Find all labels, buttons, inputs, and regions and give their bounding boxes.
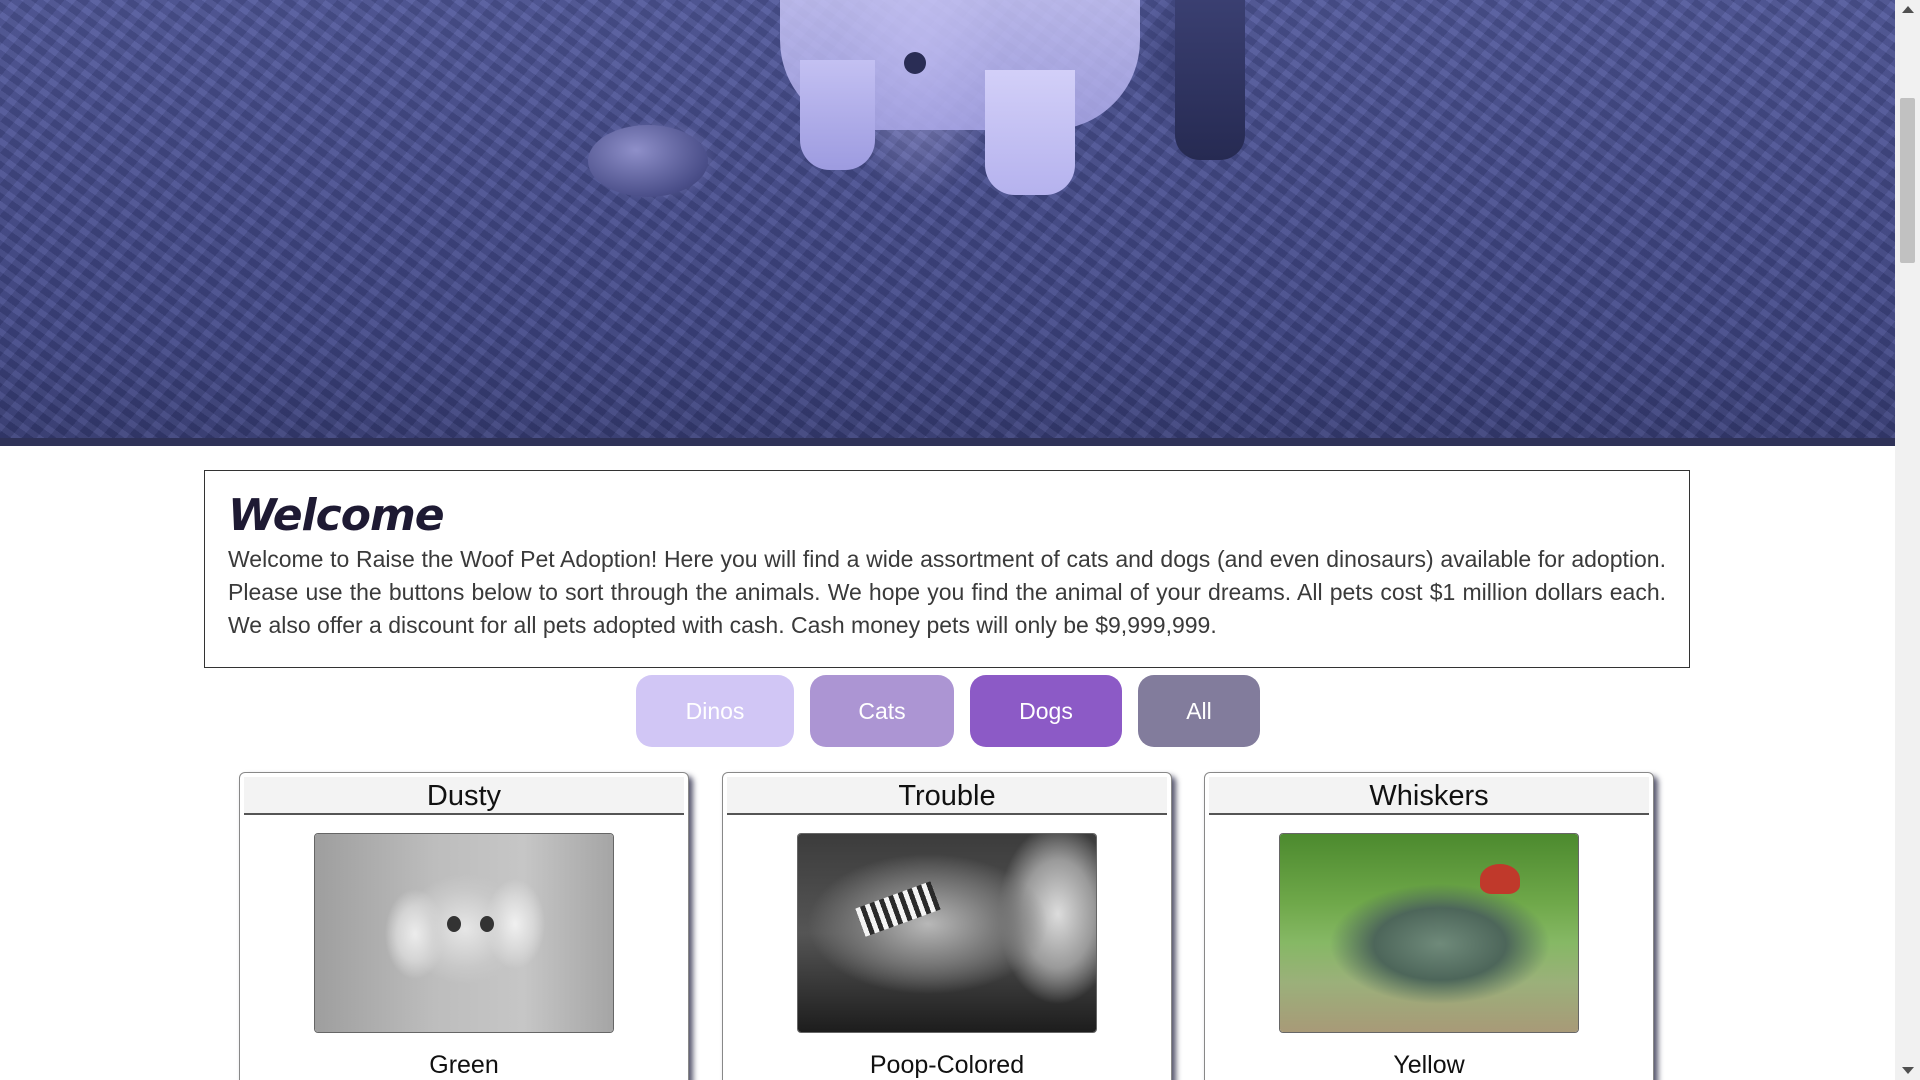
pet-name: Whiskers: [1209, 777, 1649, 815]
page: Welcome Welcome to Raise the Woof Pet Ad…: [0, 0, 1920, 1080]
scroll-up-arrow-icon[interactable]: [1902, 6, 1914, 13]
dog-leg: [1175, 0, 1245, 160]
pet-color: Green: [429, 1051, 499, 1079]
cat-eye: [447, 916, 461, 932]
ball: [588, 125, 708, 197]
all-filter-button[interactable]: All: [1138, 675, 1260, 747]
vertical-scrollbar[interactable]: [1895, 0, 1920, 1080]
welcome-box: Welcome Welcome to Raise the Woof Pet Ad…: [204, 470, 1690, 668]
pet-name: Trouble: [727, 777, 1167, 815]
dogs-filter-button[interactable]: Dogs: [970, 675, 1122, 747]
dog-leg: [985, 70, 1075, 195]
scroll-down-arrow-icon[interactable]: [1902, 1067, 1914, 1074]
dinosaur-teeth: [855, 881, 941, 937]
welcome-text: Welcome to Raise the Woof Pet Adoption! …: [228, 546, 1666, 638]
dog-leg: [800, 60, 875, 170]
pet-card[interactable]: Trouble Poop-Colored: [722, 772, 1172, 1080]
pet-photo: [797, 833, 1097, 1033]
scrollbar-thumb[interactable]: [1900, 98, 1915, 263]
cats-filter-button[interactable]: Cats: [810, 675, 954, 747]
pet-name: Dusty: [244, 777, 684, 815]
dinosaur-photo: [1280, 834, 1578, 1032]
pet-photo: [1279, 833, 1579, 1033]
pet-card[interactable]: Whiskers Yellow: [1204, 772, 1654, 1080]
cat-eye: [480, 916, 494, 932]
dinosaur-mouth: [1480, 864, 1520, 894]
pet-color: Yellow: [1393, 1051, 1465, 1079]
dinos-filter-button[interactable]: Dinos: [636, 675, 794, 747]
filter-buttons: Dinos Cats Dogs All: [636, 675, 1260, 747]
pet-color: Poop-Colored: [869, 1051, 1025, 1079]
dinosaur-photo: [798, 834, 1096, 1032]
hero-bottom-edge: [0, 438, 1895, 446]
pet-card[interactable]: Dusty Green: [239, 772, 689, 1080]
cat-photo: [315, 834, 613, 1032]
pet-photo: [314, 833, 614, 1033]
welcome-heading: Welcome: [228, 490, 445, 541]
hero-banner-image: [0, 0, 1895, 446]
dog-tag: [904, 52, 926, 74]
